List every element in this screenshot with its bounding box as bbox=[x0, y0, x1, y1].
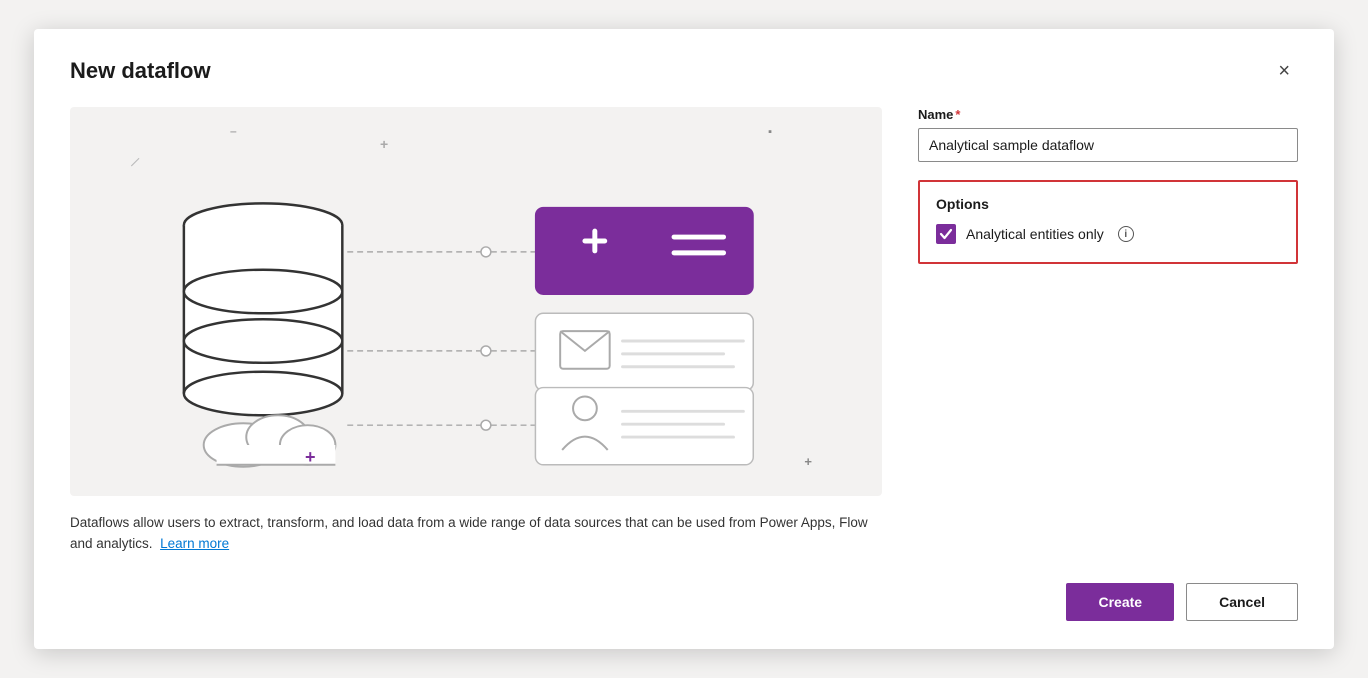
dialog-header: New dataflow × bbox=[70, 57, 1298, 85]
deco-dot: ▪ bbox=[768, 127, 772, 138]
create-button[interactable]: Create bbox=[1066, 583, 1174, 621]
name-input[interactable] bbox=[918, 128, 1298, 162]
required-star: * bbox=[955, 107, 960, 122]
analytical-entities-label: Analytical entities only bbox=[966, 226, 1104, 242]
description-text: Dataflows allow users to extract, transf… bbox=[70, 512, 882, 555]
options-box: Options Analytical entities only i bbox=[918, 180, 1298, 264]
left-panel: – + + ▪ + — bbox=[70, 107, 882, 555]
deco-plus-3: + bbox=[804, 455, 812, 468]
deco-plus-1: + bbox=[380, 137, 388, 151]
right-panel: Name* Options Analytical entities only i bbox=[918, 107, 1298, 555]
dialog-body: – + + ▪ + — bbox=[70, 107, 1298, 555]
checkbox-row: Analytical entities only i bbox=[936, 224, 1280, 244]
close-button[interactable]: × bbox=[1270, 57, 1298, 85]
illustration-svg bbox=[70, 107, 882, 496]
learn-more-link[interactable]: Learn more bbox=[160, 536, 229, 551]
cancel-button[interactable]: Cancel bbox=[1186, 583, 1298, 621]
deco-plus-2: + bbox=[305, 448, 316, 466]
dialog-footer: Create Cancel bbox=[70, 583, 1298, 621]
options-title: Options bbox=[936, 196, 1280, 212]
dialog-title: New dataflow bbox=[70, 58, 211, 84]
analytical-entities-checkbox[interactable] bbox=[936, 224, 956, 244]
name-label: Name* bbox=[918, 107, 1298, 122]
new-dataflow-dialog: New dataflow × – + + ▪ + — bbox=[34, 29, 1334, 649]
illustration-area: – + + ▪ + — bbox=[70, 107, 882, 496]
info-icon[interactable]: i bbox=[1118, 226, 1134, 242]
deco-dash-1: – bbox=[230, 125, 237, 137]
